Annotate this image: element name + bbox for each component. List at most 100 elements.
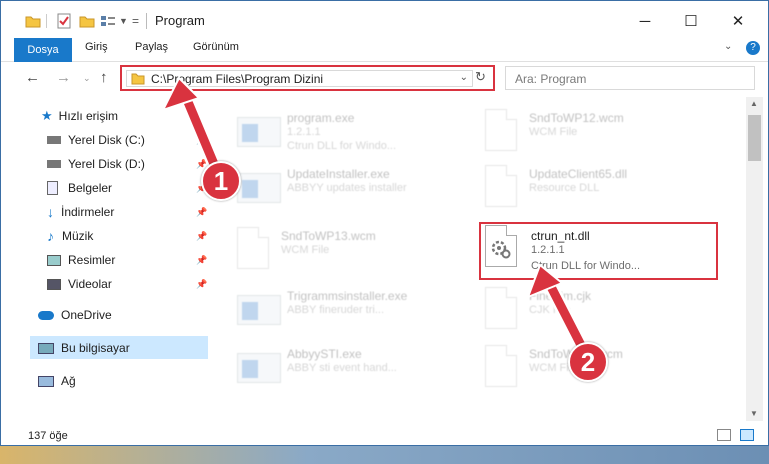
drive-icon [47,136,61,144]
sidebar-item-disk-c[interactable]: Yerel Disk (C:) [47,129,145,151]
cloud-icon [38,310,54,320]
forward-icon[interactable]: → [56,69,71,86]
computer-icon [38,342,54,354]
sidebar-item-label: Belgeler [68,181,113,195]
sidebar-item-label: Yerel Disk (D:) [68,157,145,171]
status-bar: 137 öğe [1,421,768,445]
sidebar-item-label: Resimler [68,253,116,267]
address-dropdown-icon[interactable]: ⌄ [460,72,468,83]
sidebar-item-label: Ağ [61,374,76,388]
scroll-up-icon[interactable]: ▲ [750,99,758,108]
file-name: program.exe [287,111,355,125]
file-item[interactable]: UpdateClient65.dll Resource DLL [475,161,705,217]
vertical-scrollbar[interactable]: ▲ ▼ [746,97,763,421]
tab-home[interactable]: Giriş [85,41,108,53]
folder-icon [131,72,145,88]
details-view-icon[interactable] [717,429,731,441]
help-icon[interactable]: ? [746,41,760,55]
tab-share[interactable]: Paylaş [135,41,168,53]
sidebar-item-music[interactable]: ♪ Müzik [47,225,93,247]
sidebar-item-label: Videolar [68,277,112,291]
file-item[interactable]: AbbyySTI.exe ABBY sti event hand... [233,341,463,397]
minimize-button[interactable]: ─ [622,7,668,35]
sidebar-item-network[interactable]: Ağ [38,370,76,392]
title-bar: ▼ = Program ─ ☐ ✕ [1,1,768,38]
sidebar-item-label: Hızlı erişim [58,109,118,123]
divider [146,13,147,29]
app-icon [237,353,281,383]
recent-locations-icon[interactable]: ⌄ [83,73,91,84]
documents-icon [47,181,58,195]
search-placeholder: Ara: Program [515,72,587,86]
quick-access-dropdown-icon[interactable]: ▼ [119,12,128,30]
sidebar-item-label: OneDrive [61,308,112,322]
file-description: Resource DLL [529,182,600,194]
scrollbar-thumb[interactable] [748,115,761,161]
app-icon [237,295,281,325]
file-description: ABBY sti event hand... [287,362,397,374]
pin-icon[interactable]: 📌 [196,207,207,218]
step-badge-2: 2 [568,342,608,382]
app-icon [237,173,281,203]
network-icon [38,375,54,387]
scroll-down-icon[interactable]: ▼ [750,409,758,418]
sidebar-item-onedrive[interactable]: OneDrive [38,304,112,326]
file-version: 1.2.1.1 [287,126,321,138]
dll-icon [485,165,517,207]
tab-view[interactable]: Görünüm [193,41,239,53]
file-name: SndToWP12.wcm [529,111,624,125]
file-item[interactable]: Trigrammsinstaller.exe ABBY fineruder tr… [233,283,463,339]
file-type: WCM File [281,244,330,256]
customize-toolbar-icon[interactable]: = [132,12,139,30]
file-description: ABBY fineruder tri... [287,304,385,316]
sidebar-item-downloads[interactable]: ↓ İndirmeler [47,201,114,223]
sidebar-item-label: İndirmeler [61,205,115,219]
search-input[interactable]: Ara: Program [505,66,755,90]
sidebar-item-label: Yerel Disk (C:) [68,133,145,147]
file-item[interactable]: SndToWP13.wcm WCM File [227,223,457,279]
sidebar-item-videos[interactable]: Videolar [47,273,112,295]
file-description: ABBYY updates installer [287,182,407,194]
sidebar-item-pictures[interactable]: Resimler [47,249,115,271]
refresh-icon[interactable]: ↻ [475,69,486,85]
file-item[interactable]: SndToWP12.wcm WCM File [475,105,705,161]
back-icon[interactable]: ← [25,69,40,86]
close-button[interactable]: ✕ [715,7,761,35]
window-title: Program [155,13,205,28]
ribbon-tabs: Dosya Giriş Paylaş Görünüm ⌄ ? [1,38,768,62]
pictures-icon [47,254,61,266]
desktop-background [0,446,769,464]
properties-icon[interactable] [57,12,71,30]
file-item[interactable]: program.exe 1.2.1.1 Ctrun DLL for Windo.… [233,105,463,161]
tab-file[interactable]: Dosya [14,38,72,62]
explorer-window: ▼ = Program ─ ☐ ✕ Dosya Giriş Paylaş Gör… [0,0,769,446]
new-folder-icon[interactable] [79,12,95,30]
pin-icon[interactable]: 📌 [196,231,207,242]
maximize-button[interactable]: ☐ [668,7,714,35]
document-icon [485,345,517,387]
file-name: SndToWP13.wcm [281,229,376,243]
item-count: 137 öğe [28,430,68,442]
view-options-icon[interactable] [100,12,116,30]
file-name: Trigrammsinstaller.exe [287,289,408,303]
document-icon [485,109,517,151]
sidebar-item-quick-access[interactable]: ★ Hızlı erişim [41,105,118,127]
exe-icon [237,117,281,147]
document-icon [237,227,269,269]
large-icons-view-icon[interactable] [740,429,754,441]
download-icon: ↓ [47,204,54,220]
up-icon[interactable]: ↑ [100,69,108,86]
pin-icon[interactable]: 📌 [196,255,207,266]
file-description: Ctrun DLL for Windo... [287,140,397,152]
sidebar-item-label: Müzik [62,229,94,243]
folder-icon[interactable] [25,12,41,30]
sidebar-item-label: Bu bilgisayar [61,341,130,355]
music-icon: ♪ [47,228,54,244]
sidebar-item-this-pc[interactable]: Bu bilgisayar [38,337,130,359]
pin-icon[interactable]: 📌 [196,279,207,290]
expand-ribbon-icon[interactable]: ⌄ [724,41,732,52]
drive-icon [47,160,61,168]
sidebar-item-disk-d[interactable]: Yerel Disk (D:) [47,153,145,175]
sidebar-item-documents[interactable]: Belgeler [47,177,112,199]
file-item[interactable]: UpdateInstaller.exe ABBYY updates instal… [233,161,463,217]
